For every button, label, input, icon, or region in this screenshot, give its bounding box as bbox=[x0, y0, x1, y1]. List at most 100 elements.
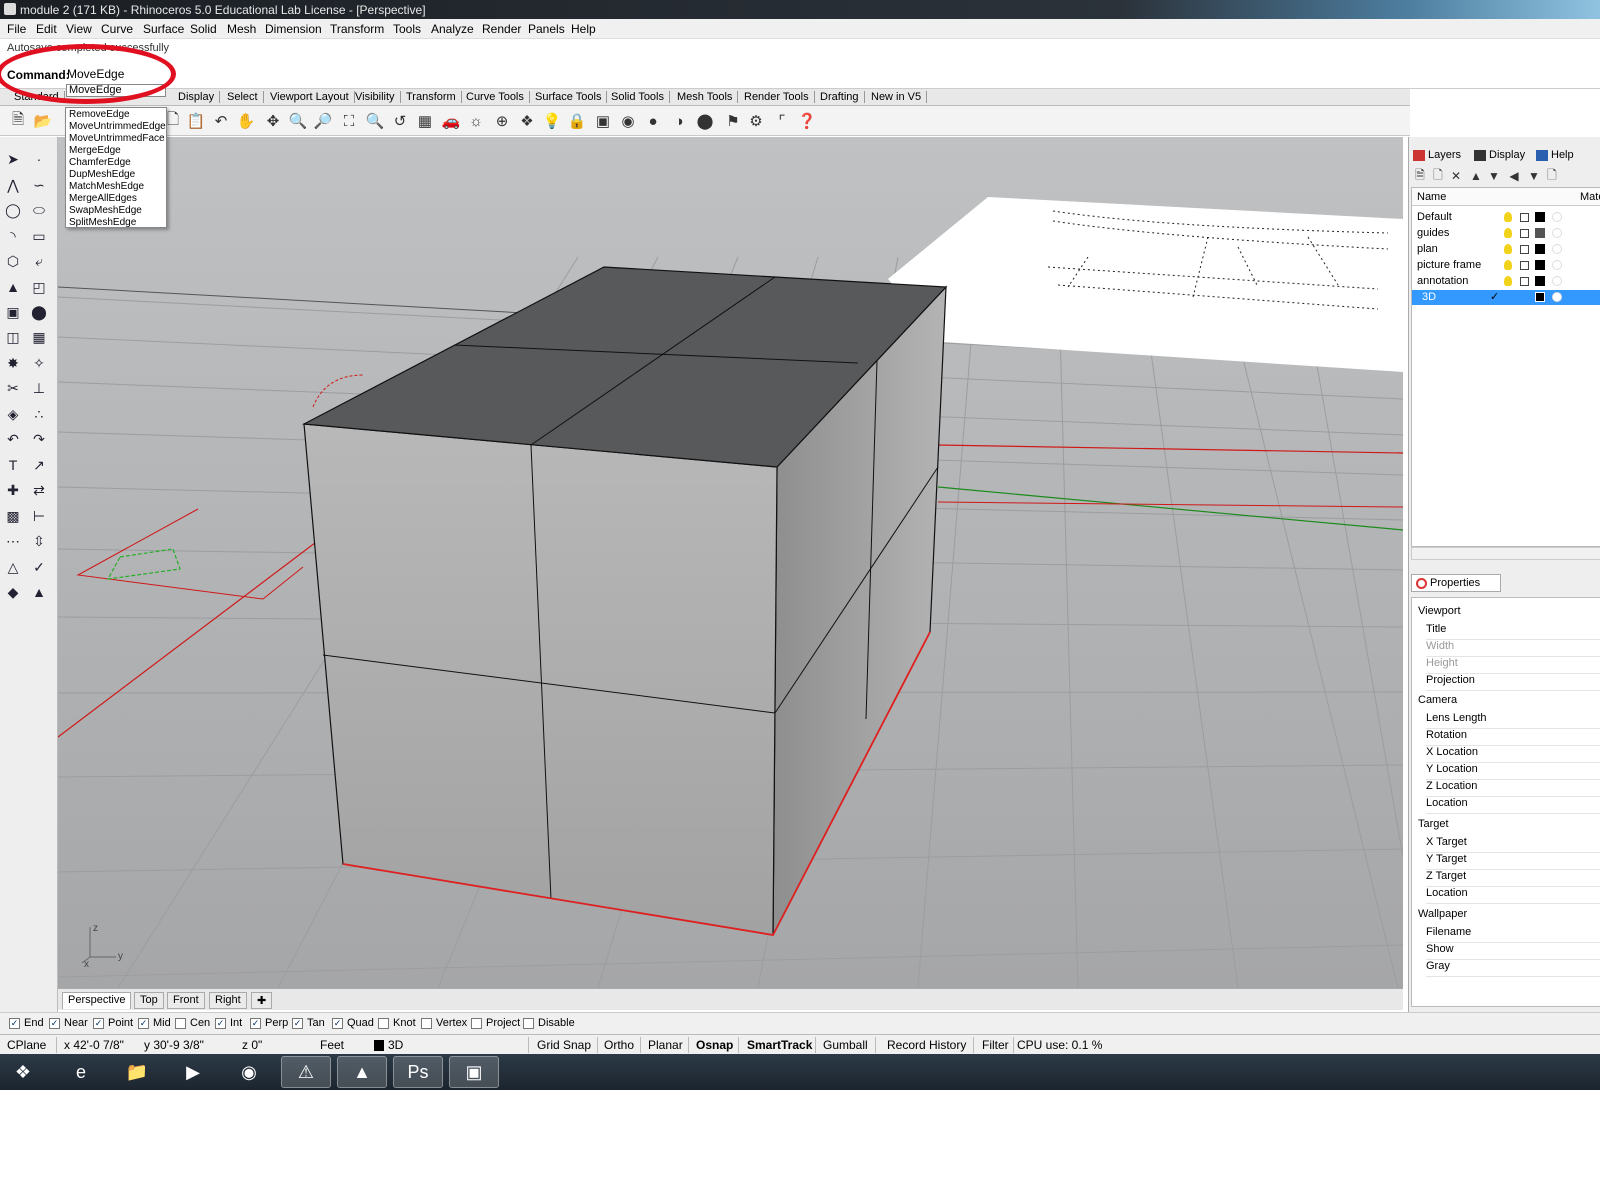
menu-transform[interactable]: Transform bbox=[330, 22, 384, 36]
circle-icon[interactable]: ◯ bbox=[3, 200, 23, 220]
box-front-face[interactable] bbox=[303, 423, 778, 936]
prop-gray[interactable]: Gray bbox=[1426, 960, 1600, 977]
filter-icon[interactable]: ▼ bbox=[1527, 169, 1541, 183]
panel-tab-help[interactable]: Help bbox=[1536, 149, 1574, 161]
ungroup-icon[interactable]: ∴ bbox=[29, 404, 49, 424]
four-viewports-icon[interactable]: ▦ bbox=[415, 111, 435, 131]
layer-row[interactable]: annotation bbox=[1412, 274, 1600, 289]
point-icon[interactable]: · bbox=[29, 149, 49, 169]
status-grid-snap[interactable]: Grid Snap bbox=[537, 1038, 591, 1052]
menu-file[interactable]: File bbox=[7, 22, 26, 36]
ac-item-swapmeshedge[interactable]: SwapMeshEdge bbox=[69, 205, 142, 217]
layer-row[interactable]: plan bbox=[1412, 242, 1600, 257]
explode-icon[interactable]: ✧ bbox=[29, 353, 49, 373]
mesh-icon[interactable]: ▦ bbox=[29, 327, 49, 347]
unlock-icon[interactable] bbox=[1520, 277, 1529, 286]
zoom-extents-icon[interactable]: ⛶ bbox=[339, 111, 359, 131]
polygon-icon[interactable]: ⬡ bbox=[3, 251, 23, 271]
osnap-vertex[interactable]: Vertex bbox=[421, 1017, 467, 1029]
surface-icon[interactable]: ▲ bbox=[3, 277, 23, 297]
status-smarttrack[interactable]: SmartTrack bbox=[747, 1038, 812, 1052]
shaded-sphere-icon[interactable]: ● bbox=[643, 111, 663, 131]
layer-color-swatch[interactable] bbox=[1535, 212, 1545, 222]
layer-row[interactable]: guides bbox=[1412, 226, 1600, 241]
tab-mesh-tools[interactable]: Mesh Tools bbox=[677, 91, 739, 103]
array-icon[interactable]: ⋯ bbox=[3, 531, 23, 551]
help-icon[interactable]: ❓ bbox=[797, 111, 817, 131]
status-planar[interactable]: Planar bbox=[648, 1038, 683, 1052]
options-gear-icon[interactable]: ⚙ bbox=[746, 111, 766, 131]
layers-col-material[interactable]: Mate bbox=[1580, 191, 1600, 203]
osnap-tan[interactable]: ✓ Tan bbox=[292, 1017, 325, 1029]
status-ortho[interactable]: Ortho bbox=[604, 1038, 634, 1052]
grid-snap-icon[interactable]: ❖ bbox=[517, 111, 537, 131]
menu-panels[interactable]: Panels bbox=[528, 22, 565, 36]
panel-tab-display[interactable]: Display bbox=[1474, 149, 1525, 161]
arc-icon[interactable]: ◝ bbox=[3, 226, 23, 246]
autocomplete-current[interactable]: MoveEdge bbox=[66, 84, 166, 97]
zoom-icon[interactable]: 🔍 bbox=[288, 111, 308, 131]
light-bulb-icon[interactable]: 💡 bbox=[542, 111, 562, 131]
ac-item-splitmeshedge[interactable]: SplitMeshEdge bbox=[69, 217, 136, 229]
menu-view[interactable]: View bbox=[66, 22, 92, 36]
offset-icon[interactable]: ↷ bbox=[29, 429, 49, 449]
layer-row[interactable]: Default bbox=[1412, 210, 1600, 225]
properties-tab[interactable]: Properties bbox=[1411, 574, 1501, 592]
lock-icon[interactable]: 🔒 bbox=[567, 111, 587, 131]
tab-viewport-layout[interactable]: Viewport Layout bbox=[270, 91, 355, 103]
prop-target-location[interactable]: Location bbox=[1426, 887, 1600, 904]
polyline-icon[interactable]: ⋀ bbox=[3, 175, 23, 195]
new-layer-icon[interactable]: 🗎 bbox=[1413, 168, 1427, 183]
panel-tab-layers[interactable]: Layers bbox=[1413, 149, 1461, 161]
material-icon[interactable] bbox=[1552, 260, 1562, 270]
osnap-int-checkbox[interactable]: ✓ bbox=[215, 1017, 226, 1029]
menu-tools[interactable]: Tools bbox=[393, 22, 421, 36]
layer-color-swatch[interactable] bbox=[1535, 276, 1545, 286]
layer-color-swatch[interactable] bbox=[1535, 244, 1545, 254]
tab-select[interactable]: Select bbox=[227, 91, 264, 103]
undo-view-icon[interactable]: ↺ bbox=[390, 111, 410, 131]
cylinder-icon[interactable]: ◫ bbox=[3, 327, 23, 347]
layer-color-swatch[interactable] bbox=[1535, 260, 1545, 270]
photoshop-icon[interactable]: Ps bbox=[393, 1056, 443, 1088]
zoom-selected-icon[interactable]: 🔍 bbox=[365, 111, 385, 131]
osnap-mid-checkbox[interactable]: ✓ bbox=[138, 1017, 149, 1029]
rotate-view-icon[interactable]: ✥ bbox=[263, 111, 283, 131]
box-icon[interactable]: ▣ bbox=[3, 302, 23, 322]
tab-drafting[interactable]: Drafting bbox=[820, 91, 865, 103]
internet-explorer-icon[interactable]: e bbox=[56, 1056, 106, 1088]
delete-layer-icon[interactable]: ✕ bbox=[1449, 169, 1463, 183]
prop-z-location[interactable]: Z Location bbox=[1426, 780, 1600, 797]
zoom-window-icon[interactable]: 🔎 bbox=[313, 111, 333, 131]
material-icon[interactable] bbox=[1552, 212, 1562, 222]
unlock-icon[interactable] bbox=[1520, 261, 1529, 270]
ac-item-mergealledges[interactable]: MergeAllEdges bbox=[69, 193, 137, 205]
curve-icon[interactable]: ∽ bbox=[29, 175, 49, 195]
tab-render-tools[interactable]: Render Tools bbox=[744, 91, 815, 103]
light-bulb-icon[interactable] bbox=[1504, 244, 1512, 254]
prop-y-location[interactable]: Y Location bbox=[1426, 763, 1600, 780]
analyze-icon[interactable]: △ bbox=[3, 557, 23, 577]
menu-analyze[interactable]: Analyze bbox=[431, 22, 474, 36]
osnap-cen[interactable]: Cen bbox=[175, 1017, 210, 1029]
prop-x-location[interactable]: X Location bbox=[1426, 746, 1600, 763]
ac-item-mergeedge[interactable]: MergeEdge bbox=[69, 145, 121, 157]
tab-standard[interactable]: Standard bbox=[14, 91, 65, 103]
material-icon[interactable] bbox=[1552, 228, 1562, 238]
osnap-near[interactable]: ✓ Near bbox=[49, 1017, 88, 1029]
menu-edit[interactable]: Edit bbox=[36, 22, 57, 36]
menu-curve[interactable]: Curve bbox=[101, 22, 133, 36]
status-osnap[interactable]: Osnap bbox=[696, 1038, 733, 1052]
prop-rotation[interactable]: Rotation bbox=[1426, 729, 1600, 746]
prop-title[interactable]: Title bbox=[1426, 623, 1600, 640]
tab-visibility[interactable]: Visibility bbox=[355, 91, 401, 103]
flag-icon[interactable]: ⚑ bbox=[723, 111, 743, 131]
media-player-icon[interactable]: ▶ bbox=[168, 1056, 218, 1088]
layers-horizontal-scrollbar[interactable] bbox=[1411, 547, 1600, 560]
layer-states-icon[interactable]: 🗋 bbox=[1545, 168, 1559, 183]
menu-dimension[interactable]: Dimension bbox=[265, 22, 322, 36]
ellipse-icon[interactable]: ⬭ bbox=[29, 200, 49, 220]
osnap-near-checkbox[interactable]: ✓ bbox=[49, 1017, 60, 1029]
prop-show[interactable]: Show bbox=[1426, 943, 1600, 960]
extrude-curve-icon[interactable]: ◰ bbox=[29, 277, 49, 297]
